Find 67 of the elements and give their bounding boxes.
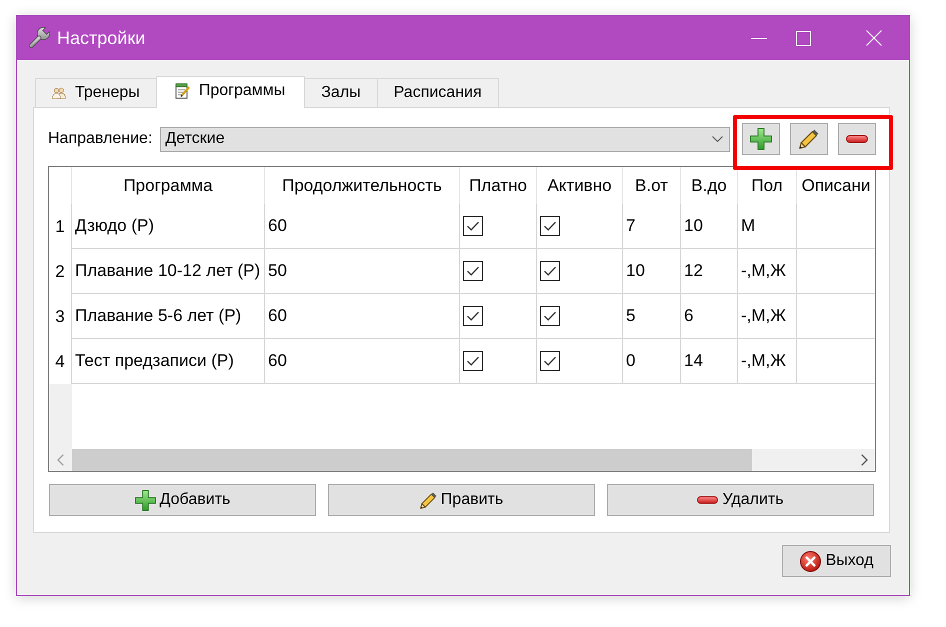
column-header[interactable]: Платно [460,167,537,204]
edit-button[interactable]: Править [328,484,595,516]
table-cell: 50 [265,249,460,294]
maximize-icon[interactable] [796,30,810,46]
window-title: Настройки [57,28,146,48]
column-header[interactable]: Программа [72,167,265,204]
minus-icon [697,496,718,504]
delete-button[interactable]: Удалить [607,484,874,516]
horizontal-scrollbar[interactable] [49,449,875,471]
direction-dropdown[interactable]: Детские [160,126,730,152]
table-cell: 60 [265,339,460,384]
checkbox[interactable] [463,216,483,236]
people-icon [52,87,66,99]
table-cell: 14 [681,339,738,384]
notepad-icon [174,83,190,99]
table-cell: 0 [623,339,681,384]
chevron-down-icon [712,136,723,142]
add-button[interactable] [742,123,780,155]
tab[interactable]: Программы [156,76,306,108]
table-cell: 7 [623,204,681,249]
minus-icon [846,135,868,143]
table-cell: 6 [681,294,738,339]
row-number: 1 [49,204,72,249]
checkbox[interactable] [463,261,483,281]
checkbox[interactable] [540,306,560,326]
table-cell: 10 [623,249,681,294]
table-cell: 10 [681,204,738,249]
table-cell: -,М,Ж [738,339,797,384]
table-cell: 5 [623,294,681,339]
checkbox[interactable] [540,216,560,236]
table-cell: 12 [681,249,738,294]
row-number: 2 [49,249,72,294]
row-number: 3 [49,294,72,339]
plus-icon [134,490,156,510]
table-cell: Плавание 5-6 лет (Р) [72,294,265,339]
edit-button[interactable] [790,123,828,155]
table-cell: Дзюдо (Р) [72,204,265,249]
wrench-icon [28,27,50,49]
cancel-icon [800,550,821,572]
column-header[interactable]: В.от [623,167,681,204]
column-header[interactable]: Описани [797,167,875,204]
chevron-right-icon[interactable] [860,454,868,466]
exit-button[interactable]: Выход [782,545,891,577]
add-button[interactable]: Добавить [49,484,316,516]
column-header[interactable]: Пол [738,167,797,204]
column-header[interactable]: Продолжительность [265,167,460,204]
plus-icon [750,128,772,150]
close-icon[interactable] [866,30,882,46]
checkbox[interactable] [463,306,483,326]
table-cell: М [738,204,797,249]
tab[interactable]: Тренеры [35,78,157,107]
table-cell: -,М,Ж [738,294,797,339]
table-cell: 60 [265,294,460,339]
column-header[interactable]: В.до [681,167,738,204]
direction-label: Направление: [48,130,152,148]
checkbox[interactable] [540,261,560,281]
tab[interactable]: Расписания [376,78,499,107]
table-cell: 60 [265,204,460,249]
checkbox[interactable] [463,351,483,371]
table-cell: Плавание 10-12 лет (Р) [72,249,265,294]
delete-button[interactable] [838,123,876,155]
column-header[interactable]: Активно [537,167,623,204]
row-header-filler [49,384,72,449]
table-cell: -,М,Ж [738,249,797,294]
table-cell: Тест предзаписи (Р) [72,339,265,384]
checkbox[interactable] [540,351,560,371]
scrollbar-thumb[interactable] [72,449,752,471]
